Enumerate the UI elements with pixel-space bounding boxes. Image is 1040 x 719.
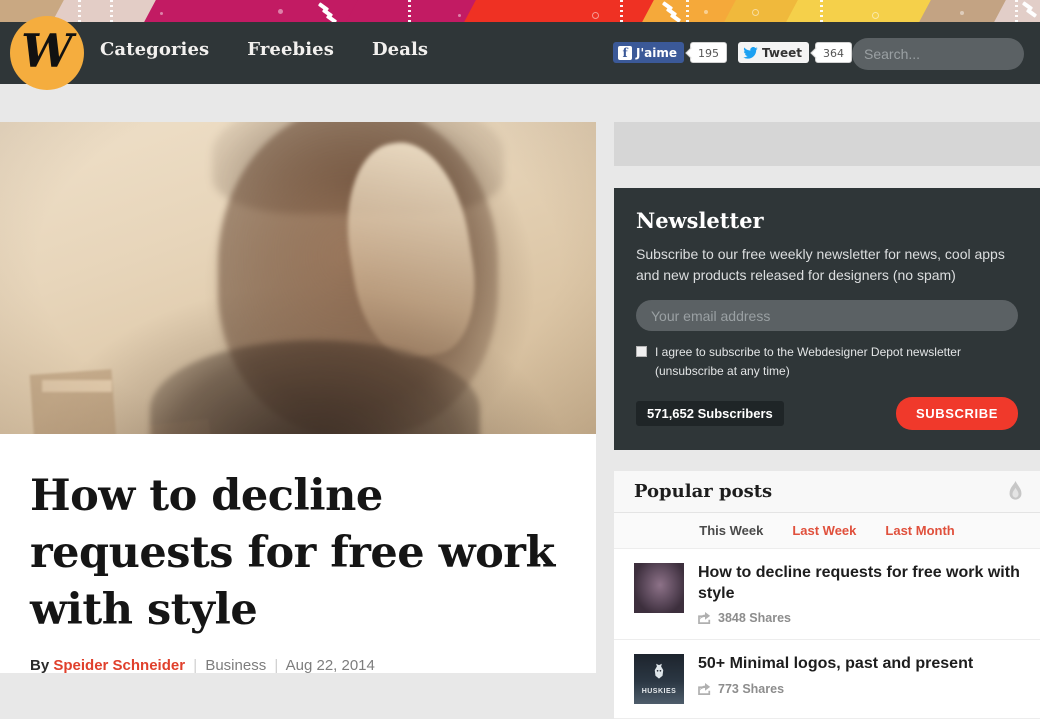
newsletter-footer: 571,652 Subscribers SUBSCRIBE [636, 397, 1018, 431]
popular-post-title: 50+ Minimal logos, past and present [698, 655, 974, 673]
agree-checkbox[interactable] [636, 346, 647, 357]
popular-post-title: How to decline requests for free work wi… [698, 564, 1020, 602]
popular-post-shares-row: 3848 Shares [698, 611, 1024, 625]
popular-posts-tabs: This Week Last Week Last Month [614, 513, 1040, 550]
newsletter-title: Newsletter [636, 208, 764, 233]
facebook-like-button[interactable]: f J'aime 195 [613, 42, 728, 63]
article-hero-image [0, 122, 596, 434]
main-nav: Categories Freebies Deals [100, 39, 428, 60]
popular-post-share-count: 3848 Shares [718, 611, 791, 626]
social-buttons: f J'aime 195 Tweet 364 [613, 42, 852, 63]
byline-author[interactable]: Speider Schneider [53, 657, 185, 674]
search-input[interactable] [864, 46, 1040, 62]
byline-date: Aug 22, 2014 [285, 657, 375, 675]
husky-head-icon [654, 663, 664, 679]
newsletter-widget: Newsletter Subscribe to our free weekly … [614, 188, 1040, 451]
popular-post-item-2[interactable]: HUSKIES 50+ Minimal logos, past and pres… [614, 640, 1040, 719]
tab-this-week[interactable]: This Week [699, 523, 763, 538]
logo-letter: W [21, 24, 73, 78]
popular-posts-title: Popular posts [634, 481, 773, 503]
agree-label: I agree to subscribe to the Webdesigner … [655, 345, 961, 378]
byline-category[interactable]: Business [205, 657, 266, 674]
popular-post-item-1[interactable]: How to decline requests for free work wi… [614, 549, 1040, 641]
byline-separator-2: | [274, 657, 279, 675]
newsletter-agree-row[interactable]: I agree to subscribe to the Webdesigner … [636, 343, 1018, 380]
huskies-thumb-text: HUSKIES [641, 688, 677, 696]
flame-icon [1009, 480, 1022, 500]
subscriber-count-badge: 571,652 Subscribers [636, 401, 784, 427]
byline: By Speider Schneider | Business | Aug 22… [30, 657, 566, 674]
facebook-like-label: J'aime [636, 45, 678, 60]
article-block: How to decline requests for free work wi… [0, 434, 596, 674]
popular-post-shares-row: 773 Shares [698, 682, 1024, 696]
share-icon [698, 612, 711, 625]
newsletter-description: Subscribe to our free weekly newsletter … [636, 246, 1005, 283]
subscribe-button[interactable]: SUBSCRIBE [896, 397, 1018, 431]
main-content: How to decline requests for free work wi… [0, 122, 596, 674]
email-field[interactable] [636, 300, 1018, 331]
popular-posts-widget: Popular posts This Week Last Week Last M… [614, 471, 1040, 719]
byline-separator-1: | [193, 657, 198, 675]
ad-placeholder [614, 122, 1040, 166]
nav-item-deals[interactable]: Deals [372, 39, 428, 60]
facebook-like-count: 195 [690, 42, 728, 63]
page-title: How to decline requests for free work wi… [30, 471, 555, 635]
nav-item-categories[interactable]: Categories [100, 39, 209, 60]
twitter-bird-icon [743, 46, 758, 59]
popular-posts-header: Popular posts [614, 471, 1040, 514]
wdd-logo-icon[interactable]: W [10, 16, 84, 90]
twitter-tweet-label: Tweet [762, 45, 802, 60]
share-icon [698, 682, 711, 695]
tab-last-month[interactable]: Last Month [885, 523, 954, 538]
search-box[interactable] [852, 38, 1040, 70]
site-header: W Categories Freebies Deals f J'aime 195… [0, 16, 1040, 90]
twitter-tweet-button[interactable]: Tweet 364 [738, 42, 852, 63]
nav-item-freebies[interactable]: Freebies [247, 39, 334, 60]
decorative-pattern-banner [0, 0, 1040, 22]
twitter-tweet-count: 364 [815, 42, 852, 63]
huskies-logo-thumbnail: HUSKIES [634, 654, 684, 705]
sidebar: Newsletter Subscribe to our free weekly … [614, 122, 1040, 719]
popular-post-share-count: 773 Shares [718, 681, 785, 696]
byline-by-label: By [30, 657, 50, 675]
portrait-thumbnail [634, 563, 684, 614]
facebook-icon: f [618, 45, 633, 60]
tab-last-week[interactable]: Last Week [792, 523, 856, 538]
